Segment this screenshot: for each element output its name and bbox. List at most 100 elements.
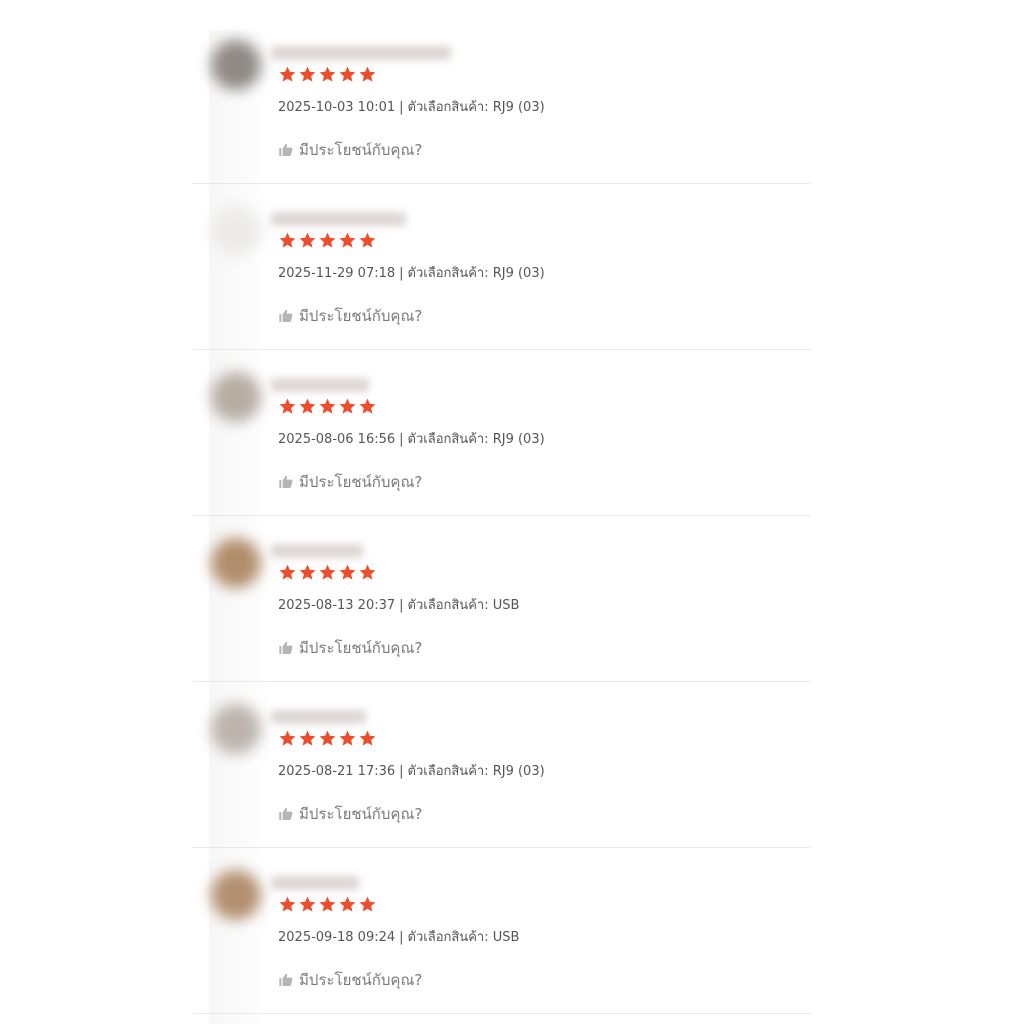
star-icon (319, 896, 336, 912)
reviewer-avatar[interactable] (211, 538, 261, 588)
variation-value: RJ9 (03) (492, 100, 545, 115)
meta-separator: | (399, 764, 404, 779)
star-icon (339, 398, 356, 414)
review-item: 2025-08-06 16:56 | ตัวเลือกสินค้า: RJ9 (03… (193, 350, 810, 516)
variation-value: RJ9 (03) (492, 266, 545, 281)
variation-label: ตัวเลือกสินค้า: (407, 930, 489, 945)
star-icon (299, 564, 316, 580)
review-item: 2025-08-21 17:36 | ตัวเลือกสินค้า: RJ9 (03… (193, 682, 810, 848)
meta-separator: | (399, 598, 404, 613)
star-icon (299, 398, 316, 414)
meta-separator: | (399, 100, 404, 115)
variation-label: ตัวเลือกสินค้า: (407, 432, 489, 447)
reviewer-avatar[interactable] (211, 372, 261, 422)
helpful-button[interactable]: มีประโยชน์กับคุณ? (278, 304, 422, 328)
helpful-label[interactable]: มีประโยชน์กับคุณ? (299, 802, 422, 826)
star-icon (319, 232, 336, 248)
reviewer-username-masked (271, 46, 451, 60)
variation-value: RJ9 (03) (492, 432, 545, 447)
reviewer-avatar[interactable] (211, 40, 261, 90)
helpful-button[interactable]: มีประโยชน์กับคุณ? (278, 802, 422, 826)
star-icon (339, 232, 356, 248)
star-icon (339, 896, 356, 912)
review-date: 2025-10-03 10:01 (278, 100, 396, 115)
star-icon (339, 564, 356, 580)
star-icon (319, 564, 336, 580)
star-icon (279, 730, 296, 746)
star-icon (359, 398, 376, 414)
thumbs-up-icon[interactable] (278, 308, 294, 324)
helpful-label[interactable]: มีประโยชน์กับคุณ? (299, 968, 422, 992)
star-icon (299, 896, 316, 912)
star-icon (359, 730, 376, 746)
review-date: 2025-08-21 17:36 (278, 764, 396, 779)
meta-separator: | (399, 930, 404, 945)
meta-separator: | (399, 266, 404, 281)
reviewer-username-masked (271, 876, 359, 890)
review-meta: 2025-08-13 20:37 | ตัวเลือกสินค้า: USB (278, 594, 519, 615)
review-date: 2025-08-13 20:37 (278, 598, 396, 613)
star-icon (359, 564, 376, 580)
star-icon (319, 398, 336, 414)
review-item: 2025-08-13 20:37 | ตัวเลือกสินค้า: USB มีปร… (193, 516, 810, 682)
star-rating (278, 563, 377, 582)
review-item: 2025-10-03 10:01 | ตัวเลือกสินค้า: RJ9 (03… (193, 18, 810, 184)
review-meta: 2025-08-21 17:36 | ตัวเลือกสินค้า: RJ9 (03… (278, 760, 545, 781)
reviewer-avatar[interactable] (211, 704, 261, 754)
variation-value: RJ9 (03) (492, 764, 545, 779)
star-icon (279, 564, 296, 580)
variation-label: ตัวเลือกสินค้า: (407, 764, 489, 779)
thumbs-up-icon[interactable] (278, 474, 294, 490)
review-date: 2025-11-29 07:18 (278, 266, 396, 281)
star-rating (278, 65, 377, 84)
helpful-button[interactable]: มีประโยชน์กับคุณ? (278, 138, 422, 162)
reviewer-avatar[interactable] (211, 870, 261, 920)
star-rating (278, 895, 377, 914)
thumbs-up-icon[interactable] (278, 142, 294, 158)
star-icon (359, 66, 376, 82)
star-rating (278, 231, 377, 250)
reviewer-username-masked (271, 710, 366, 724)
star-rating (278, 397, 377, 416)
variation-label: ตัวเลือกสินค้า: (407, 266, 489, 281)
thumbs-up-icon[interactable] (278, 640, 294, 656)
reviewer-username-masked (271, 212, 406, 226)
review-list: 2025-10-03 10:01 | ตัวเลือกสินค้า: RJ9 (03… (193, 18, 810, 1014)
helpful-button[interactable]: มีประโยชน์กับคุณ? (278, 636, 422, 660)
star-icon (339, 66, 356, 82)
review-date: 2025-09-18 09:24 (278, 930, 396, 945)
helpful-label[interactable]: มีประโยชน์กับคุณ? (299, 470, 422, 494)
variation-label: ตัวเลือกสินค้า: (407, 598, 489, 613)
review-item: 2025-11-29 07:18 | ตัวเลือกสินค้า: RJ9 (03… (193, 184, 810, 350)
reviewer-avatar[interactable] (211, 206, 261, 256)
star-icon (299, 232, 316, 248)
meta-separator: | (399, 432, 404, 447)
review-date: 2025-08-06 16:56 (278, 432, 396, 447)
helpful-label[interactable]: มีประโยชน์กับคุณ? (299, 304, 422, 328)
review-meta: 2025-08-06 16:56 | ตัวเลือกสินค้า: RJ9 (03… (278, 428, 545, 449)
thumbs-up-icon[interactable] (278, 806, 294, 822)
helpful-label[interactable]: มีประโยชน์กับคุณ? (299, 138, 422, 162)
variation-value: USB (492, 598, 520, 613)
review-meta: 2025-10-03 10:01 | ตัวเลือกสินค้า: RJ9 (03… (278, 96, 545, 117)
helpful-button[interactable]: มีประโยชน์กับคุณ? (278, 968, 422, 992)
star-icon (359, 232, 376, 248)
star-icon (279, 66, 296, 82)
star-icon (339, 730, 356, 746)
star-icon (299, 66, 316, 82)
review-item: 2025-09-18 09:24 | ตัวเลือกสินค้า: USB มีปร… (193, 848, 810, 1014)
review-meta: 2025-11-29 07:18 | ตัวเลือกสินค้า: RJ9 (03… (278, 262, 545, 283)
variation-label: ตัวเลือกสินค้า: (407, 100, 489, 115)
helpful-button[interactable]: มีประโยชน์กับคุณ? (278, 470, 422, 494)
star-rating (278, 729, 377, 748)
star-icon (299, 730, 316, 746)
star-icon (279, 232, 296, 248)
thumbs-up-icon[interactable] (278, 972, 294, 988)
reviewer-username-masked (271, 544, 363, 558)
star-icon (279, 398, 296, 414)
review-meta: 2025-09-18 09:24 | ตัวเลือกสินค้า: USB (278, 926, 519, 947)
star-icon (319, 730, 336, 746)
star-icon (279, 896, 296, 912)
helpful-label[interactable]: มีประโยชน์กับคุณ? (299, 636, 422, 660)
variation-value: USB (492, 930, 520, 945)
